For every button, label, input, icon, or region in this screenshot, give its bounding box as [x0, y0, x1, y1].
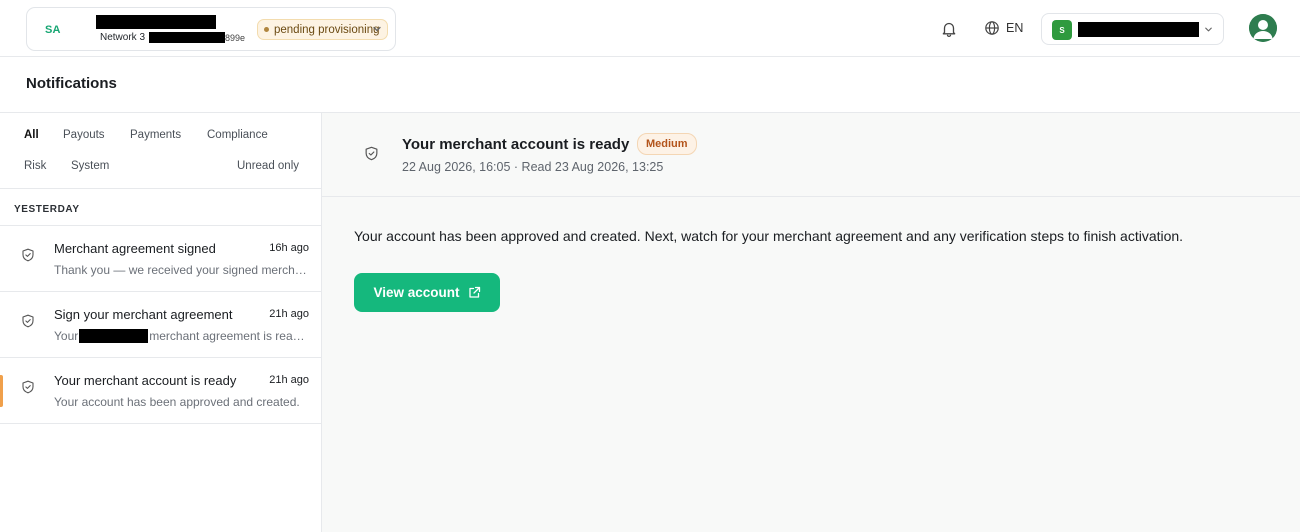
list-item-title: Your merchant account is ready: [54, 373, 237, 388]
notification-list-pane: All Payouts Payments Compliance Risk Sys…: [0, 113, 322, 532]
list-item-preview: Your merchant agreement is ready for sign…: [54, 329, 310, 343]
list-item-time: 21h ago: [269, 374, 309, 386]
page-title: Notifications: [26, 75, 117, 92]
list-item-selected[interactable]: Your merchant account is ready 21h ago Y…: [0, 358, 321, 424]
detail-message: Your account has been approved and creat…: [354, 228, 1184, 244]
user-avatar-icon: [1249, 14, 1277, 42]
filter-tab-all[interactable]: All: [24, 129, 39, 141]
globe-icon: [985, 21, 999, 35]
list-item-preview: Your account has been approved and creat…: [54, 395, 300, 409]
chevron-down-icon: [1205, 27, 1212, 32]
org-initials: SA: [45, 24, 61, 36]
group-label-yesterday: YESTERDAY: [0, 189, 321, 226]
shield-check-icon: [22, 314, 34, 328]
language-selector[interactable]: EN: [984, 20, 1023, 36]
view-account-label: View account: [373, 285, 460, 300]
chevron-down-icon: [373, 26, 381, 32]
account-name-redacted: [1078, 22, 1199, 37]
org-status-badge: pending provisioning: [257, 19, 388, 40]
shield-check-icon: [365, 146, 378, 161]
account-badge: S: [1052, 20, 1072, 40]
filter-tabs: All Payouts Payments Compliance Risk Sys…: [0, 113, 321, 189]
language-label: EN: [1006, 21, 1024, 35]
list-item-time: 21h ago: [269, 308, 309, 320]
bell-icon[interactable]: [940, 20, 958, 38]
org-network-label: Network 3: [100, 32, 146, 43]
list-item-preview-prefix: Your: [54, 329, 79, 343]
org-status-label: pending provisioning: [274, 23, 380, 36]
list-item-title: Merchant agreement signed: [54, 241, 216, 256]
merchant-name-redacted: [79, 329, 149, 343]
avatar[interactable]: [1249, 14, 1277, 42]
detail-title: Your merchant account is ready: [402, 136, 630, 153]
filter-tab-payments[interactable]: Payments: [130, 129, 181, 141]
list-item-time: 16h ago: [269, 242, 309, 254]
priority-badge: Medium: [637, 133, 697, 155]
org-name-redacted: [96, 15, 216, 29]
external-link-icon: [468, 286, 480, 298]
filter-tab-compliance[interactable]: Compliance: [207, 129, 268, 141]
list-item[interactable]: Sign your merchant agreement 21h ago You…: [0, 292, 321, 358]
shield-check-icon: [22, 380, 34, 394]
list-item[interactable]: Merchant agreement signed 16h ago Thank …: [0, 226, 321, 292]
unread-only-toggle[interactable]: Unread only: [237, 160, 299, 172]
list-item-title: Sign your merchant agreement: [54, 307, 233, 322]
org-id-redacted: [149, 32, 226, 43]
top-bar: SA Network 3 899e pending provisioning E…: [0, 0, 1300, 57]
status-dot-icon: [264, 27, 269, 32]
shield-check-icon: [22, 248, 34, 262]
page-header: Notifications: [0, 57, 1300, 113]
notification-detail-pane: Your merchant account is ready Medium 22…: [322, 113, 1300, 532]
detail-header: Your merchant account is ready Medium 22…: [322, 113, 1300, 197]
org-subtitle: Network 3 899e: [100, 32, 245, 43]
list-item-preview: Thank you — we received your signed merc…: [54, 263, 310, 277]
filter-tab-system[interactable]: System: [71, 160, 109, 172]
account-switcher[interactable]: S: [1041, 13, 1224, 45]
filter-tab-risk[interactable]: Risk: [24, 160, 46, 172]
org-id-suffix: 899e: [225, 32, 246, 43]
detail-timestamp: 22 Aug 2026, 16:05 · Read 23 Aug 2026, 1…: [402, 160, 664, 174]
view-account-button[interactable]: View account: [354, 273, 500, 312]
org-switcher[interactable]: SA Network 3 899e pending provisioning: [26, 7, 396, 51]
list-item-preview-suffix: merchant agreement is ready for signatur…: [149, 329, 310, 343]
filter-tab-payouts[interactable]: Payouts: [63, 129, 105, 141]
